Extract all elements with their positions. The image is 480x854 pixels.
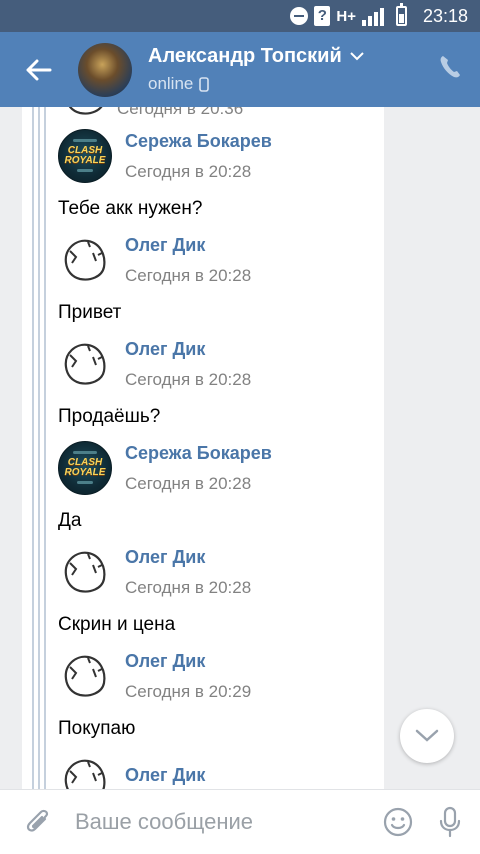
phone-icon[interactable] bbox=[438, 54, 462, 80]
message-composer bbox=[0, 789, 480, 854]
message-header: Олег Дик Сегодня в 20:28 bbox=[58, 233, 251, 287]
message-header: Олег Дик Сегодня в 20:28 bbox=[58, 337, 251, 391]
battery-icon bbox=[395, 3, 407, 26]
emoji-button[interactable] bbox=[376, 807, 420, 837]
message-text: Привет bbox=[58, 302, 122, 323]
forward-line bbox=[44, 107, 46, 789]
network-type: H+ bbox=[336, 7, 356, 25]
avatar-decoration bbox=[77, 481, 93, 484]
egg-avatar-icon bbox=[64, 759, 106, 789]
conversation-header: Александр Топский online bbox=[0, 32, 480, 107]
avatar[interactable]: CLASH ROYALE bbox=[58, 441, 112, 495]
back-button[interactable] bbox=[0, 32, 78, 107]
attach-button[interactable] bbox=[0, 807, 75, 837]
message-time: Сегодня в 20:28 bbox=[125, 577, 252, 597]
message-time: Сегодня в 20:29 bbox=[125, 681, 252, 701]
mobile-icon bbox=[199, 76, 210, 92]
message-text: Покупаю bbox=[58, 718, 136, 739]
status-bar: ? H+ 23:18 bbox=[0, 0, 480, 32]
message-author[interactable]: Сережа Бокарев bbox=[125, 443, 272, 464]
avatar[interactable] bbox=[58, 233, 112, 287]
avatar[interactable]: CLASH ROYALE bbox=[58, 129, 112, 183]
do-not-disturb-icon bbox=[290, 7, 309, 25]
message-time: Сегодня в 20:28 bbox=[125, 369, 252, 389]
contact-status: online bbox=[148, 74, 194, 93]
message-time: Сегодня в 20:28 bbox=[125, 265, 252, 285]
message-header: Олег Дик Сегодня в 20:29 bbox=[58, 649, 251, 703]
contact-avatar[interactable] bbox=[78, 42, 132, 97]
message-text: Скрин и цена bbox=[58, 614, 176, 635]
signal-icon bbox=[361, 6, 384, 26]
chat-area[interactable]: Сегодня в 20:36 CLASH ROYALE Сережа Бока… bbox=[0, 107, 480, 789]
message-header: CLASH ROYALE Сережа Бокарев Сегодня в 20… bbox=[58, 129, 272, 183]
message-author[interactable]: Олег Дик bbox=[125, 547, 251, 568]
unknown-sim-icon: ? bbox=[314, 6, 331, 26]
message-header: CLASH ROYALE Сережа Бокарев Сегодня в 20… bbox=[58, 441, 272, 495]
message-author[interactable]: Сережа Бокарев bbox=[125, 131, 272, 152]
smile-icon bbox=[383, 807, 413, 837]
message-author[interactable]: Олег Дик bbox=[125, 235, 251, 256]
forward-line bbox=[32, 107, 34, 789]
arrow-left-icon bbox=[26, 59, 52, 80]
message-input[interactable] bbox=[75, 809, 376, 835]
egg-avatar-icon bbox=[68, 107, 103, 115]
message-header: Олег Дик bbox=[58, 753, 205, 789]
clock: 23:18 bbox=[422, 5, 468, 26]
clash-royale-logo: CLASH ROYALE bbox=[64, 457, 106, 478]
egg-avatar-icon bbox=[64, 343, 106, 385]
avatar[interactable] bbox=[58, 649, 112, 703]
contact-info[interactable]: Александр Топский online bbox=[148, 45, 364, 94]
message-text: Да bbox=[58, 510, 82, 531]
avatar[interactable] bbox=[58, 337, 112, 391]
avatar[interactable] bbox=[58, 545, 112, 599]
partial-egg-avatar bbox=[58, 107, 112, 121]
chevron-down-icon bbox=[415, 729, 439, 742]
message-text: Тебе акк нужен? bbox=[58, 198, 203, 219]
paperclip-icon bbox=[26, 809, 48, 832]
message-author[interactable]: Олег Дик bbox=[125, 765, 205, 786]
message-author[interactable]: Олег Дик bbox=[125, 651, 251, 672]
contact-name-row: Александр Топский bbox=[148, 45, 364, 68]
egg-avatar-icon bbox=[64, 655, 106, 697]
microphone-icon bbox=[439, 806, 461, 838]
contact-name: Александр Топский bbox=[148, 45, 342, 67]
clash-royale-logo: CLASH ROYALE bbox=[64, 145, 106, 166]
avatar-decoration bbox=[73, 451, 97, 454]
message-time: Сегодня в 20:36 bbox=[117, 107, 244, 118]
forward-line bbox=[38, 107, 40, 789]
scroll-down-button[interactable] bbox=[400, 709, 454, 763]
contact-status-row: online bbox=[148, 74, 364, 94]
message-text: Продаёшь? bbox=[58, 406, 161, 427]
message-header: Олег Дик Сегодня в 20:28 bbox=[58, 545, 251, 599]
avatar-decoration bbox=[77, 169, 93, 172]
avatar-decoration bbox=[73, 139, 97, 142]
message-time: Сегодня в 20:28 bbox=[125, 473, 252, 493]
message-time: Сегодня в 20:28 bbox=[125, 161, 252, 181]
egg-avatar-icon bbox=[64, 239, 106, 281]
avatar[interactable] bbox=[58, 753, 112, 789]
message-author[interactable]: Олег Дик bbox=[125, 339, 251, 360]
chevron-down-icon bbox=[350, 52, 364, 61]
voice-message-button[interactable] bbox=[420, 806, 480, 838]
egg-avatar-icon bbox=[64, 551, 106, 593]
